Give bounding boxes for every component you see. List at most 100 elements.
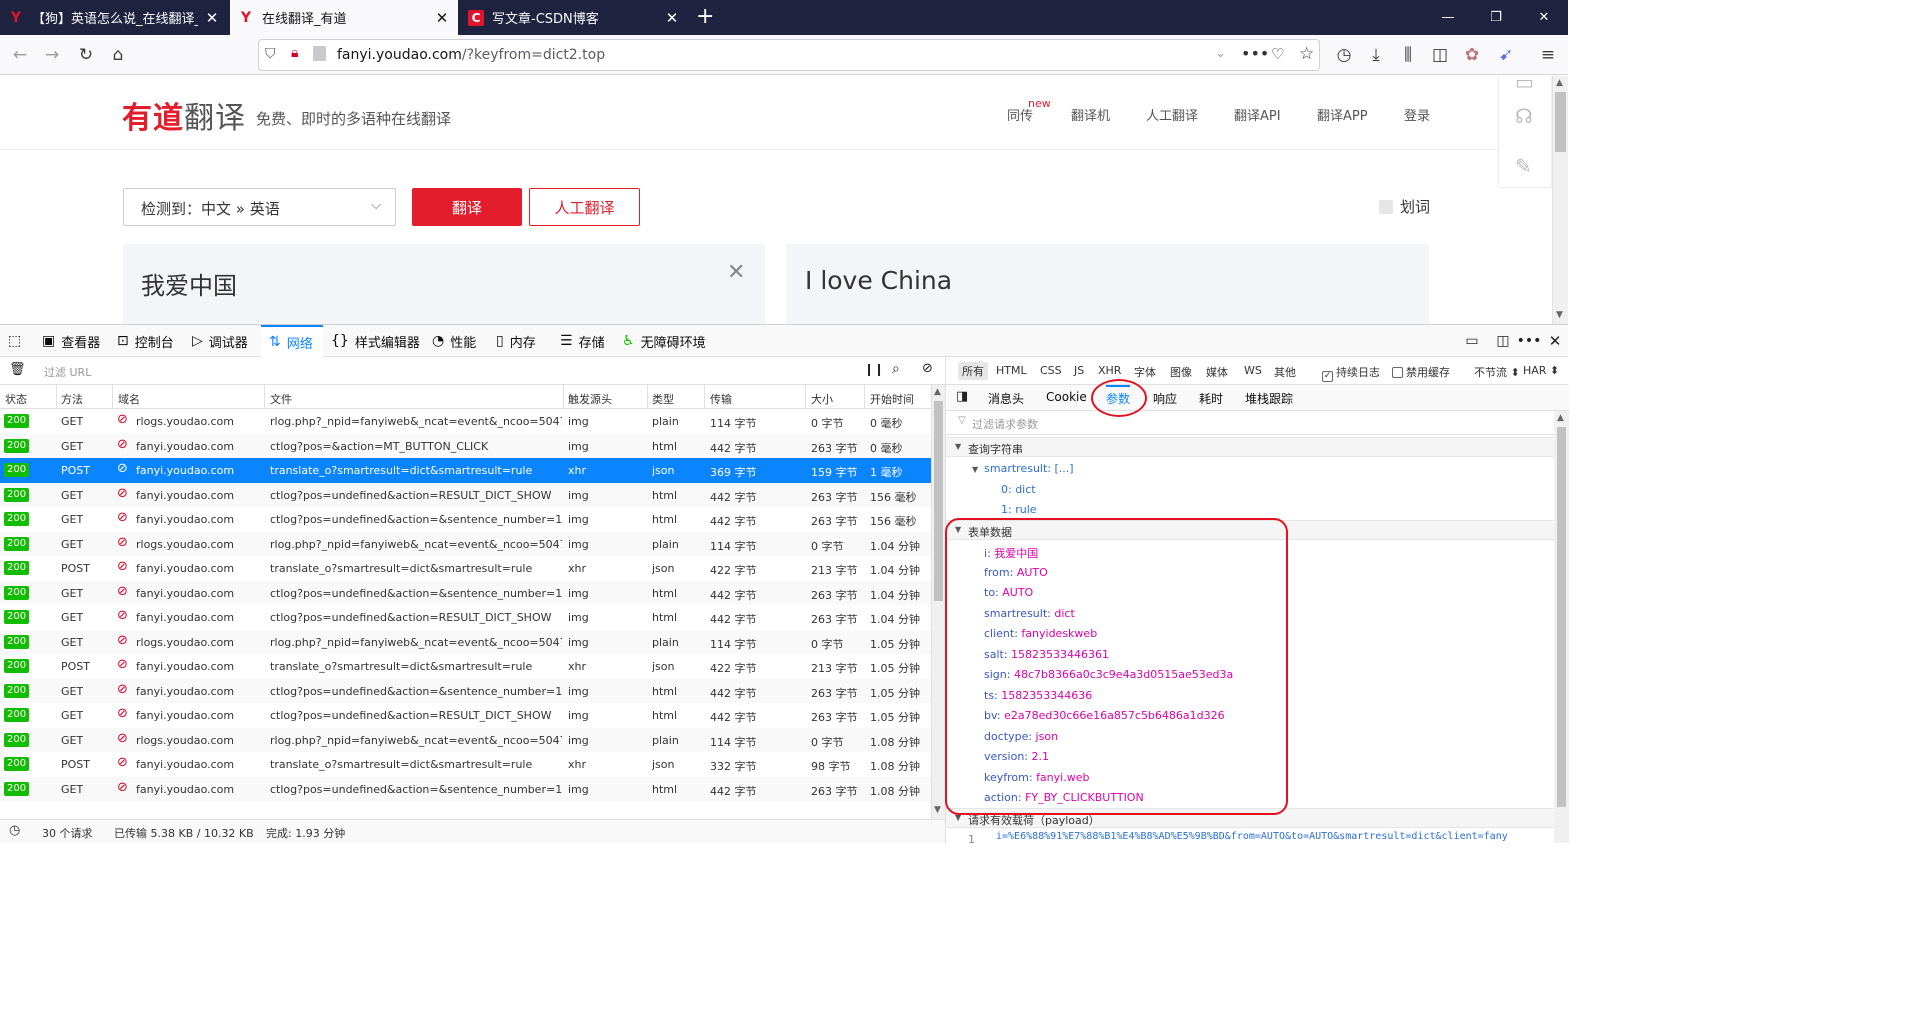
table-row[interactable]: 200 ⊘ GET rlogs.youdao.com rlog.php?_npid=fa… <box>0 727 931 752</box>
table-row[interactable]: 200 ⊘ GET rlogs.youdao.com rlog.php?_npid=fa… <box>0 409 931 434</box>
scroll-up-icon[interactable]: ▲ <box>1556 78 1563 88</box>
table-scrollbar[interactable]: ▲ ▼ <box>931 385 945 819</box>
feedback-pen-icon[interactable]: ✎ <box>1515 154 1532 178</box>
query-param-smartresult[interactable]: ▼ smartresult: [...] <box>972 462 1074 475</box>
table-row[interactable]: 200 ⊘ GET fanyi.youdao.com ctlog?pos=undefin… <box>0 580 931 605</box>
col-start-time[interactable]: 开始时间 <box>870 391 914 407</box>
scroll-up-icon[interactable]: ▲ <box>1557 413 1564 423</box>
scrollbar-thumb[interactable] <box>1557 427 1566 807</box>
col-method[interactable]: 方法 <box>61 391 83 407</box>
source-text-box[interactable]: 我爱中国 ✕ <box>123 244 765 324</box>
tab-network[interactable]: ⇅ 网络 <box>261 325 323 357</box>
persist-log-checkbox[interactable]: ✓ 持续日志 <box>1322 364 1380 382</box>
type-filter-js[interactable]: JS <box>1074 364 1084 377</box>
tab-debugger[interactable]: ▷ 调试器 <box>192 325 248 357</box>
table-row[interactable]: 200 ⊘ GET rlogs.youdao.com rlog.php?_npid=fa… <box>0 629 931 654</box>
restore-icon[interactable]: ❐ <box>1472 0 1520 35</box>
tab-memory[interactable]: ▯ 内存 <box>496 325 536 357</box>
type-filter-xhr[interactable]: XHR <box>1098 364 1121 377</box>
col-domain[interactable]: 域名 <box>118 391 140 407</box>
filter-url-input[interactable]: 过滤 URL <box>44 364 91 380</box>
table-row[interactable]: 200 ⊘ GET fanyi.youdao.com ctlog?pos=undefin… <box>0 605 931 630</box>
details-scrollbar[interactable]: ▲ <box>1554 411 1569 843</box>
element-picker-icon[interactable]: ⬚ <box>8 325 27 357</box>
filter-params-input[interactable]: 过滤请求参数 <box>972 416 1038 432</box>
disable-cache-checkbox[interactable]: 禁用缓存 <box>1392 364 1450 380</box>
responsive-design-icon[interactable]: ▭ <box>1454 333 1490 349</box>
type-filter-ws[interactable]: WS <box>1244 364 1262 377</box>
query-param-item[interactable]: 0: dict <box>1001 483 1036 496</box>
dock-side-icon[interactable]: ◫ <box>1490 333 1516 349</box>
tab-headers[interactable]: 消息头 <box>988 390 1024 407</box>
browser-tab-csdn[interactable]: C 写文章-CSDN博客 ✕ <box>460 0 688 35</box>
tab-response[interactable]: 响应 <box>1153 390 1177 407</box>
language-select[interactable]: 检测到：中文 » 英语 ⌵ <box>123 188 396 226</box>
tab-style-editor[interactable]: {} 样式编辑器 <box>331 325 420 357</box>
trash-icon[interactable]: 🗑︎ <box>9 362 26 377</box>
panel-top-icon[interactable]: ▭ <box>1515 76 1534 94</box>
tab-inspector[interactable]: ▣ 查看器 <box>42 325 100 357</box>
extension-icon[interactable]: ✿ <box>1458 41 1486 69</box>
youdao-logo[interactable]: 有道翻译 <box>122 93 246 137</box>
type-filter-other[interactable]: 其他 <box>1274 364 1296 380</box>
tab-performance[interactable]: ◔ 性能 <box>432 325 476 357</box>
nav-link-human-translation[interactable]: 人工翻译 <box>1146 105 1198 124</box>
table-row[interactable]: 200 ⊘ POST fanyi.youdao.com translate_o?smar… <box>0 752 931 777</box>
translate-button[interactable]: 翻译 <box>412 188 522 226</box>
col-transferred[interactable]: 传输 <box>710 391 732 407</box>
type-filter-css[interactable]: CSS <box>1040 364 1062 377</box>
reload-icon[interactable]: ↻ <box>72 41 100 69</box>
history-clock-icon[interactable]: ◷ <box>1330 41 1358 69</box>
minimize-icon[interactable]: — <box>1424 0 1472 35</box>
close-devtools-icon[interactable]: ✕ <box>1542 332 1568 350</box>
table-row[interactable]: 200 ⊘ GET fanyi.youdao.com ctlog?pos=undefin… <box>0 678 931 703</box>
url-bar[interactable]: ⛉ 🔒︎ fanyi.youdao.com/?keyfrom=dict2.top… <box>258 39 1320 71</box>
nav-link-login[interactable]: 登录 <box>1404 105 1430 124</box>
library-icon[interactable]: ⫼ <box>1394 41 1422 69</box>
table-row[interactable]: 200 ⊘ POST fanyi.youdao.com translate_o?smar… <box>0 556 931 581</box>
hamburger-menu-icon[interactable]: ≡ <box>1534 41 1562 69</box>
search-icon[interactable]: ⌕ <box>892 361 900 377</box>
checkbox-icon[interactable] <box>1379 199 1393 214</box>
browser-tab-youdao[interactable]: Y 在线翻译_有道 ✕ <box>230 0 458 35</box>
table-row[interactable]: 200 ⊘ GET fanyi.youdao.com ctlog?pos=undefin… <box>0 507 931 532</box>
col-file[interactable]: 文件 <box>270 391 292 407</box>
toggle-sidebar-icon[interactable]: ◨ <box>956 389 968 404</box>
query-param-item[interactable]: 1: rule <box>1001 503 1037 516</box>
performance-analysis-icon[interactable]: ◷ <box>9 823 20 838</box>
word-select-toggle[interactable]: 划词 <box>1379 196 1430 217</box>
source-text[interactable]: 我爱中国 <box>141 266 237 301</box>
headset-icon[interactable]: ☊ <box>1515 104 1533 128</box>
home-icon[interactable]: ⌂ <box>104 41 132 69</box>
tab-timings[interactable]: 耗时 <box>1199 390 1223 407</box>
nav-link-api[interactable]: 翻译API <box>1234 105 1281 124</box>
clear-input-icon[interactable]: ✕ <box>727 260 745 285</box>
shield-icon[interactable]: ⛉ <box>265 46 276 62</box>
nav-link-app[interactable]: 翻译APP <box>1317 105 1368 124</box>
table-row[interactable]: 200 ⊘ POST fanyi.youdao.com translate_o?smar… <box>0 654 931 679</box>
tab-console[interactable]: ⊡ 控制台 <box>117 325 174 357</box>
type-filter-fonts[interactable]: 字体 <box>1134 364 1156 380</box>
human-translation-button[interactable]: 人工翻译 <box>529 188 640 226</box>
scroll-down-icon[interactable]: ▼ <box>1556 310 1563 320</box>
col-type[interactable]: 类型 <box>652 391 674 407</box>
tab-stack-trace[interactable]: 堆栈跟踪 <box>1245 390 1293 407</box>
download-icon[interactable]: ⤓ <box>1362 41 1390 69</box>
scroll-up-icon[interactable]: ▲ <box>934 387 941 397</box>
insecure-lock-icon[interactable]: 🔒︎ <box>291 45 298 61</box>
back-icon[interactable]: ← <box>6 41 34 69</box>
close-tab-icon[interactable]: ✕ <box>664 9 680 27</box>
bookmark-star-icon[interactable]: ☆ <box>1299 44 1314 64</box>
new-tab-button[interactable]: + <box>696 4 714 29</box>
block-icon[interactable]: ⊘ <box>922 361 933 376</box>
col-size[interactable]: 大小 <box>811 391 833 407</box>
type-filter-images[interactable]: 图像 <box>1170 364 1192 380</box>
tab-storage[interactable]: ☰ 存储 <box>560 325 605 357</box>
scroll-down-icon[interactable]: ▼ <box>934 805 941 815</box>
har-menu[interactable]: HAR ⬍ <box>1523 364 1559 377</box>
table-row[interactable]: 200 ⊘ GET fanyi.youdao.com ctlog?pos=&action… <box>0 433 931 458</box>
browser-tab-youdao-dog[interactable]: Y 【狗】英语怎么说_在线翻译_有 ✕ <box>0 0 228 35</box>
scrollbar-thumb[interactable] <box>1555 92 1566 152</box>
throttle-select[interactable]: 不节流 ⬍ <box>1474 364 1520 380</box>
type-filter-all[interactable]: 所有 <box>958 362 988 380</box>
